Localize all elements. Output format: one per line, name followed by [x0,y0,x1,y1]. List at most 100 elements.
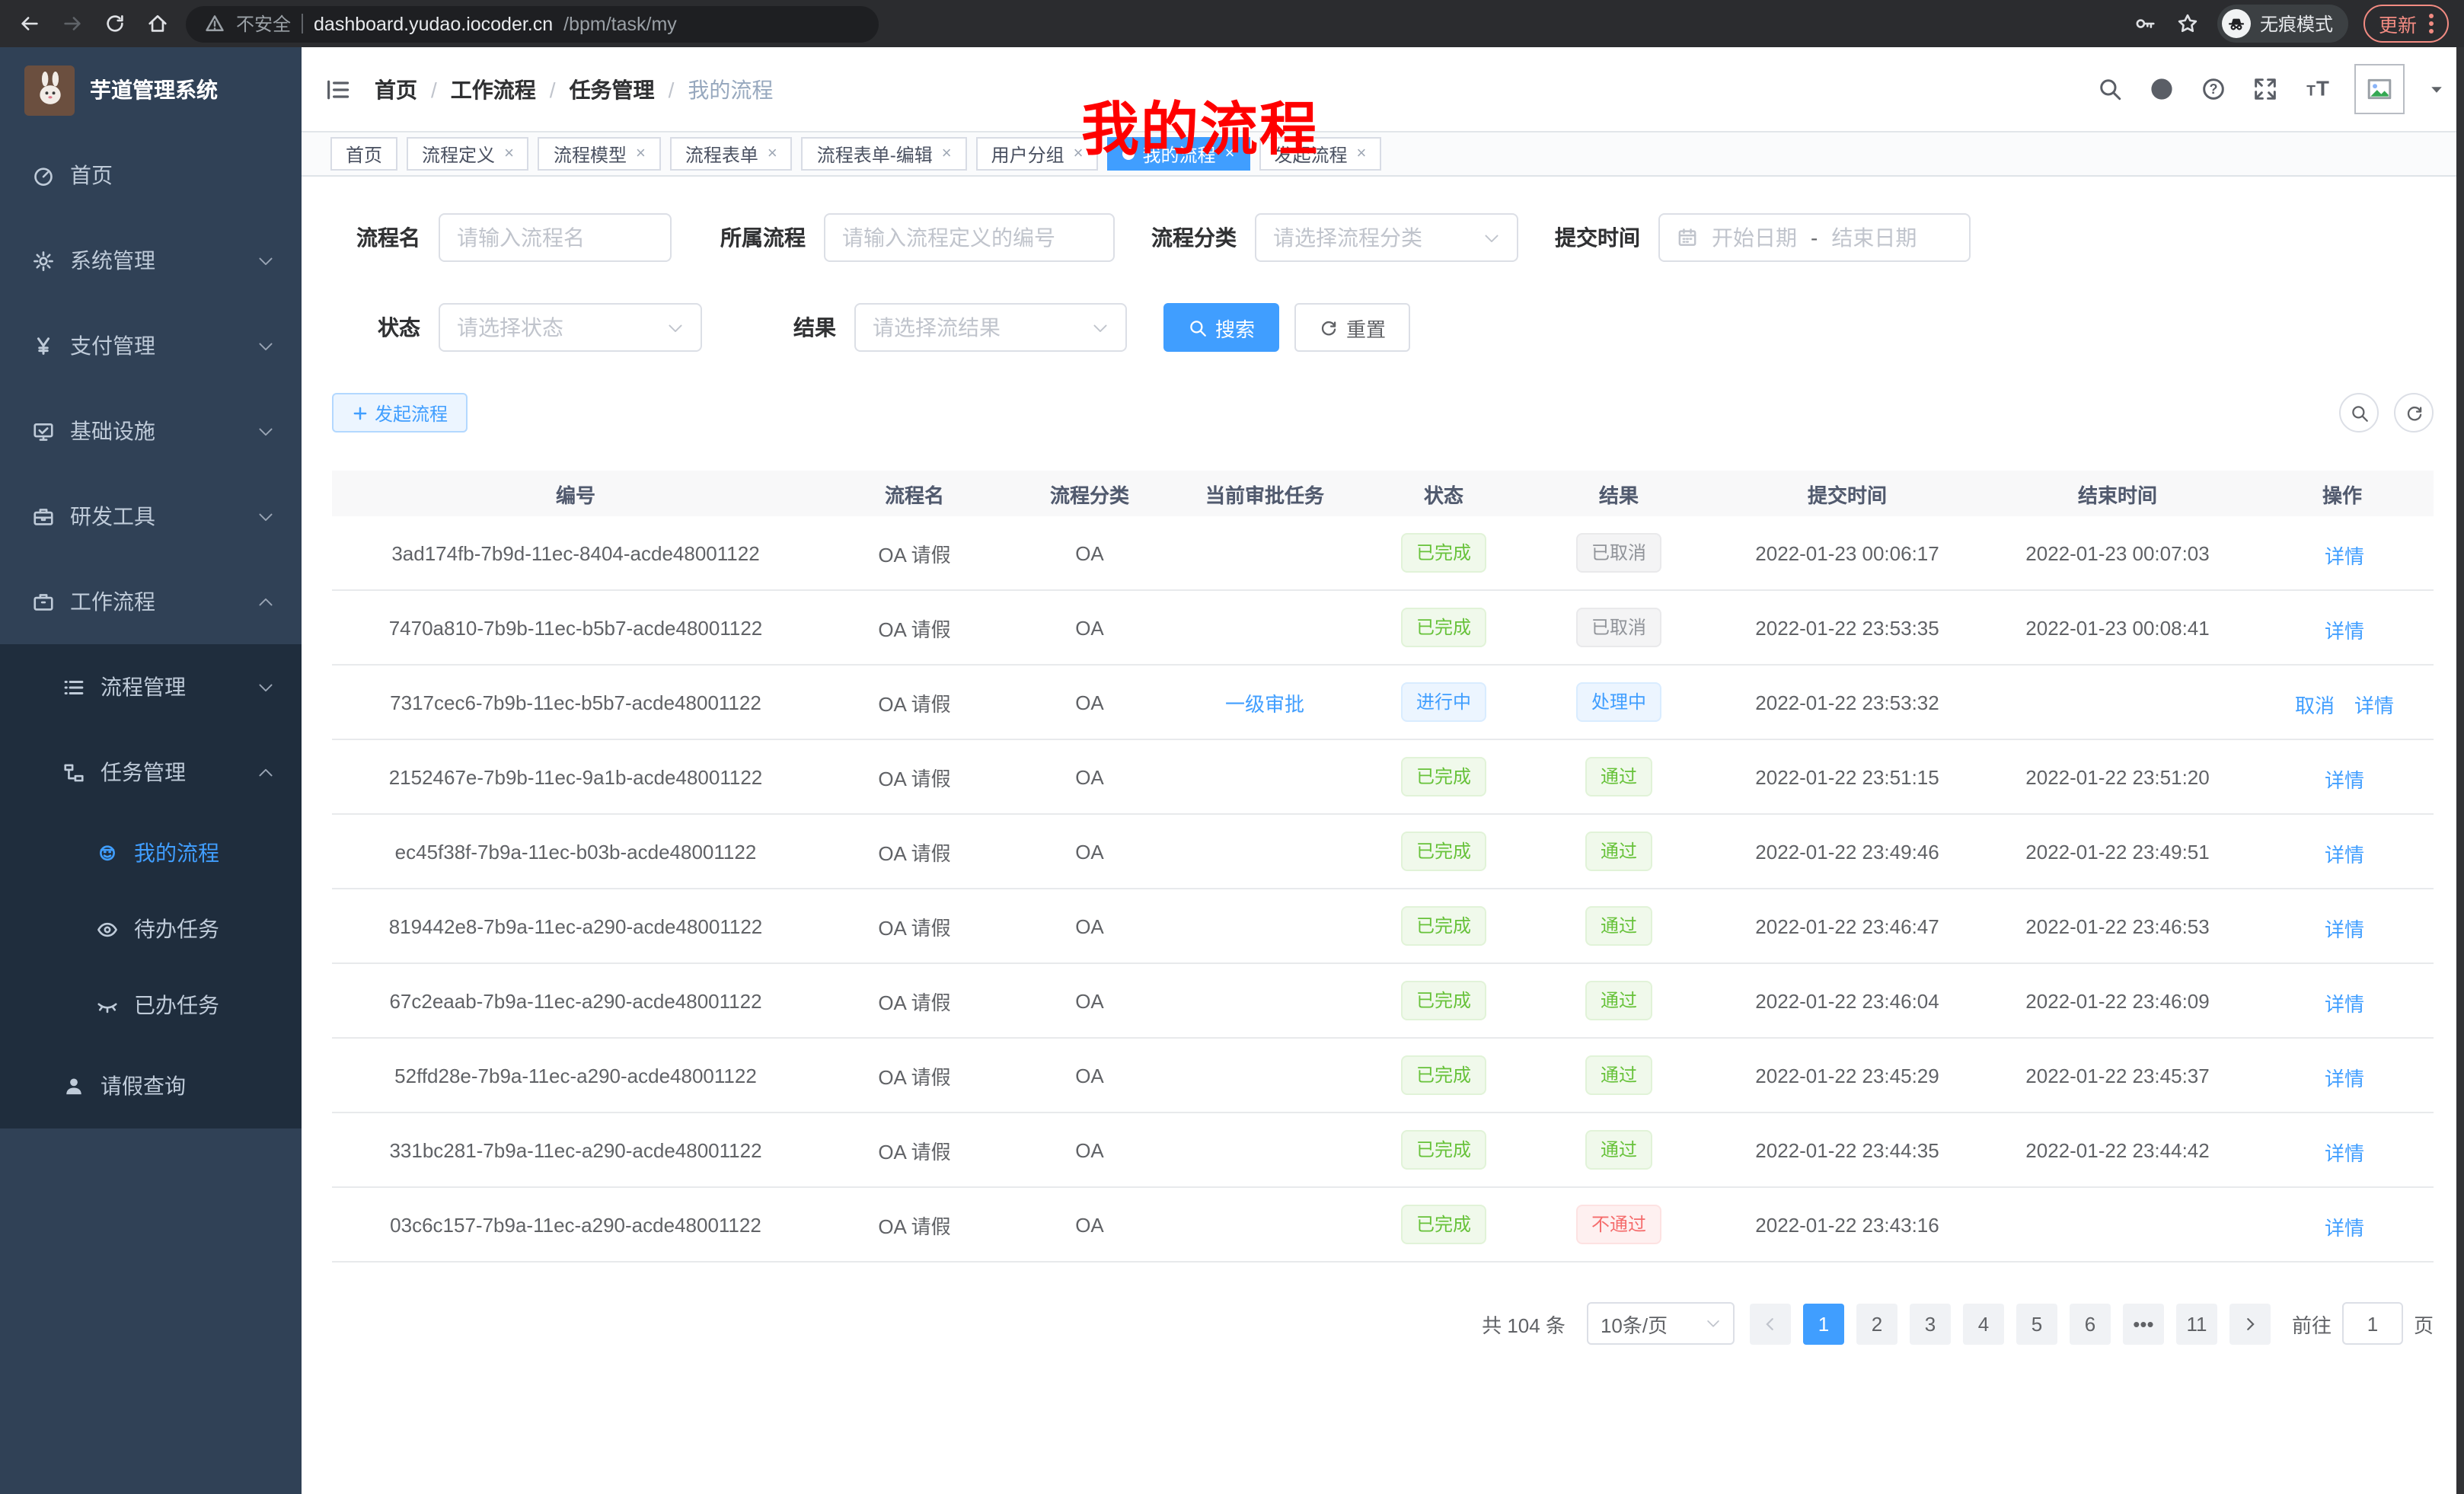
breadcrumb-item[interactable]: 任务管理 [570,74,655,104]
sidebar-item-label: 已办任务 [134,990,302,1020]
goto-page-input[interactable] [2342,1302,2403,1345]
forward-icon[interactable] [58,10,85,37]
cell-status: 已完成 [1360,1205,1527,1244]
action-详情[interactable]: 详情 [2320,914,2364,943]
status-badge: 已完成 [1401,1055,1486,1095]
page-button-11[interactable]: 11 [2176,1303,2217,1344]
category-select[interactable]: 请选择流程分类 [1255,213,1518,262]
action-详情[interactable]: 详情 [2350,690,2394,719]
date-range-picker[interactable]: 开始日期 - 结束日期 [1658,213,1971,262]
sidebar-item-任务管理[interactable]: 任务管理 [0,729,302,815]
table-row: 819442e8-7b9a-11ec-a290-acde48001122OA 请… [332,889,2434,964]
sidebar-item-基础设施[interactable]: 基础设施 [0,388,302,474]
prev-page-button[interactable] [1750,1303,1791,1344]
cell-end-time: 2022-01-22 23:46:09 [1984,989,2251,1012]
page-button-2[interactable]: 2 [1856,1303,1897,1344]
sidebar-item-请假查询[interactable]: 请假查询 [0,1043,302,1128]
sidebar-item-流程管理[interactable]: 流程管理 [0,644,302,729]
fullscreen-icon[interactable] [2251,75,2280,104]
github-icon[interactable] [2147,75,2176,104]
page-button-1[interactable]: 1 [1803,1303,1844,1344]
tab-流程表单[interactable]: 流程表单× [670,137,793,171]
tab-首页[interactable]: 首页 [330,137,397,171]
close-tab-icon[interactable]: × [504,145,514,163]
action-详情[interactable]: 详情 [2320,1212,2364,1241]
breadcrumb-item[interactable]: 首页 [375,74,417,104]
help-icon[interactable]: ? [2199,75,2228,104]
browser-update-button[interactable]: 更新 [2363,5,2449,43]
tab-流程模型[interactable]: 流程模型× [538,137,661,171]
action-详情[interactable]: 详情 [2320,988,2364,1017]
app-logo[interactable]: 芋道管理系统 [0,47,302,132]
action-label: 详情 [2325,1063,2364,1092]
bookmark-star-icon[interactable] [2175,10,2202,37]
page-size-select[interactable]: 10条/页 [1587,1302,1735,1345]
action-label: 详情 [2325,839,2364,868]
window-scrollbar[interactable] [2456,47,2464,1494]
show-search-button[interactable] [2339,393,2379,433]
action-label: 详情 [2325,914,2364,943]
sidebar-item-已办任务[interactable]: 已办任务 [0,967,302,1043]
status-select[interactable]: 请选择状态 [439,303,702,352]
process-def-input[interactable] [824,213,1115,262]
page-button-5[interactable]: 5 [2016,1303,2057,1344]
close-tab-icon[interactable]: × [636,145,646,163]
menu-dots-icon[interactable] [2429,14,2434,34]
result-badge: 处理中 [1576,682,1661,722]
eye-closed-icon [94,993,119,1017]
action-详情[interactable]: 详情 [2320,765,2364,793]
current-task-link[interactable]: 一级审批 [1225,688,1304,717]
action-详情[interactable]: 详情 [2320,1138,2364,1167]
action-详情[interactable]: 详情 [2320,615,2364,644]
close-tab-icon[interactable]: × [768,145,777,163]
result-select[interactable]: 请选择流结果 [854,303,1127,352]
start-process-button[interactable]: 发起流程 [332,393,468,433]
search-button[interactable]: 搜索 [1163,303,1279,352]
status-badge: 已完成 [1401,608,1486,647]
refresh-table-button[interactable] [2394,393,2434,433]
action-详情[interactable]: 详情 [2320,541,2364,570]
sidebar-item-首页[interactable]: 首页 [0,132,302,218]
search-icon[interactable] [2095,75,2124,104]
chevron-down-icon [667,319,684,336]
tab-用户分组[interactable]: 用户分组× [976,137,1099,171]
sidebar-item-我的流程[interactable]: 我的流程 [0,815,302,891]
breadcrumb-item[interactable]: 工作流程 [451,74,536,104]
page-button-3[interactable]: 3 [1910,1303,1951,1344]
action-详情[interactable]: 详情 [2320,1063,2364,1092]
key-icon[interactable] [2132,10,2159,37]
avatar-caret-icon[interactable] [2427,80,2446,98]
hamburger-icon[interactable] [323,74,353,104]
action-取消[interactable]: 取消 [2290,690,2335,719]
eye-icon [94,917,119,941]
tab-流程定义[interactable]: 流程定义× [407,137,529,171]
cell-process-name: OA 请假 [819,613,1010,642]
process-name-input[interactable] [439,213,672,262]
sidebar-item-研发工具[interactable]: 研发工具 [0,474,302,559]
close-tab-icon[interactable]: × [1356,145,1366,163]
next-page-button[interactable] [2229,1303,2271,1344]
tab-流程表单-编辑[interactable]: 流程表单-编辑× [802,137,967,171]
back-icon[interactable] [15,10,43,37]
close-tab-icon[interactable]: × [942,145,952,163]
reset-button[interactable]: 重置 [1294,303,1410,352]
sidebar-item-label: 任务管理 [101,757,257,787]
page-button-4[interactable]: 4 [1963,1303,2004,1344]
sidebar-item-label: 支付管理 [70,330,257,361]
action-label: 详情 [2325,1138,2364,1167]
user-avatar[interactable] [2354,64,2405,114]
action-详情[interactable]: 详情 [2320,839,2364,868]
font-size-icon[interactable]: TT [2303,75,2332,104]
sidebar-item-系统管理[interactable]: 系统管理 [0,218,302,303]
action-label: 详情 [2325,988,2364,1017]
sidebar-item-待办任务[interactable]: 待办任务 [0,891,302,967]
reload-icon[interactable] [101,10,128,37]
home-icon[interactable] [143,10,171,37]
address-bar[interactable]: 不安全 dashboard.yudao.iocoder.cn/bpm/task/… [186,5,879,42]
cell-submit-time: 2022-01-22 23:49:46 [1710,840,1984,863]
page-button-6[interactable]: 6 [2070,1303,2111,1344]
sidebar-item-工作流程[interactable]: 工作流程 [0,559,302,644]
page-ellipsis[interactable]: ••• [2123,1303,2164,1344]
cell-id: 3ad174fb-7b9d-11ec-8404-acde48001122 [332,541,819,564]
sidebar-item-支付管理[interactable]: 支付管理 [0,303,302,388]
